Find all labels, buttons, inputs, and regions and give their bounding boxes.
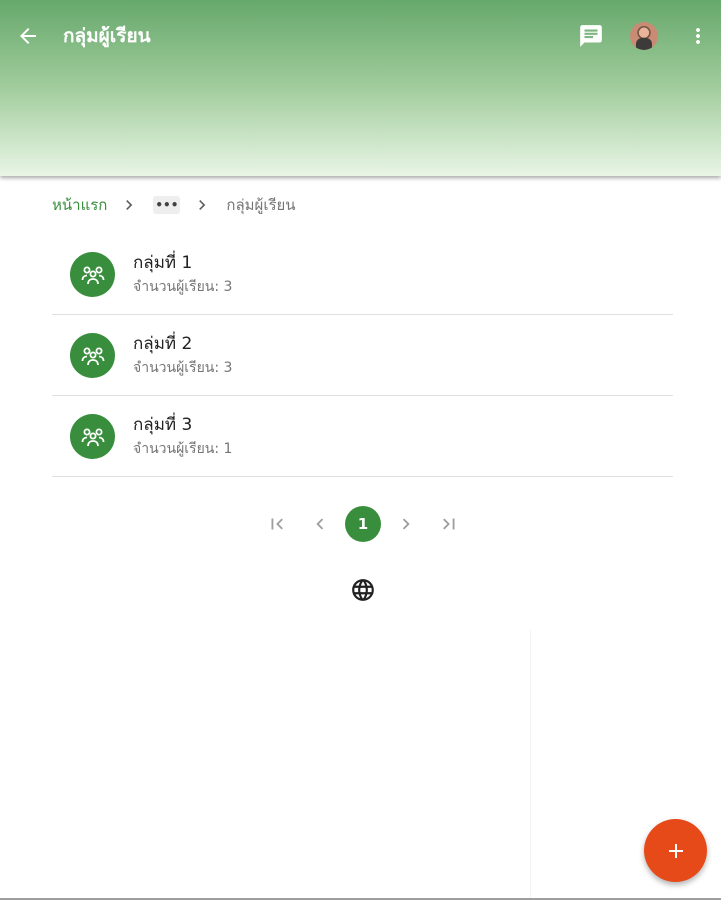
page-title: กลุ่มผู้เรียน <box>63 25 151 47</box>
globe-icon <box>351 578 374 601</box>
divider <box>530 630 531 898</box>
group-learner-count: จำนวนผู้เรียน: 3 <box>133 360 233 376</box>
group-people-icon <box>81 266 104 284</box>
chevron-right-icon <box>402 518 410 529</box>
chevron-right-icon <box>190 195 214 215</box>
last-page-icon <box>443 518 455 529</box>
group-list: กลุ่มที่ 1 จำนวนผู้เรียน: 3 กลุ่มที่ 2 จ… <box>52 234 673 477</box>
more-vert-icon <box>696 28 700 44</box>
group-learner-count: จำนวนผู้เรียน: 1 <box>133 441 233 457</box>
chevron-right-icon <box>117 195 141 215</box>
group-list-item[interactable]: กลุ่มที่ 3 จำนวนผู้เรียน: 1 <box>52 396 673 477</box>
pagination: 1 <box>259 505 474 542</box>
group-learner-count: จำนวนผู้เรียน: 3 <box>133 279 233 295</box>
group-people-icon <box>81 347 104 365</box>
group-avatar <box>70 333 115 378</box>
group-people-icon <box>81 428 104 446</box>
group-avatar <box>70 414 115 459</box>
chat-icon <box>580 25 602 47</box>
group-list-item[interactable]: กลุ่มที่ 1 จำนวนผู้เรียน: 3 <box>52 234 673 315</box>
chat-button[interactable] <box>576 20 606 52</box>
plus-icon <box>668 843 683 858</box>
app-bar: กลุ่มผู้เรียน <box>0 0 721 176</box>
arrow-back-icon <box>20 28 36 44</box>
language-button[interactable] <box>349 576 376 603</box>
next-page-button[interactable] <box>388 506 424 542</box>
last-page-button[interactable] <box>431 506 467 542</box>
first-page-button[interactable] <box>259 506 295 542</box>
previous-page-button[interactable] <box>302 506 338 542</box>
current-page-button[interactable]: 1 <box>345 505 381 542</box>
user-avatar[interactable] <box>630 22 658 50</box>
group-avatar <box>70 252 115 297</box>
breadcrumb-home-link[interactable]: หน้าแรก <box>52 193 107 217</box>
group-list-item[interactable]: กลุ่มที่ 2 จำนวนผู้เรียน: 3 <box>52 315 673 396</box>
group-title: กลุ่มที่ 3 <box>133 415 193 435</box>
first-page-icon <box>271 518 283 529</box>
more-options-button[interactable] <box>686 20 710 52</box>
add-group-button[interactable] <box>644 819 707 882</box>
chevron-left-icon <box>316 518 324 529</box>
back-button[interactable] <box>12 20 44 52</box>
breadcrumb-current: กลุ่มผู้เรียน <box>226 196 296 214</box>
breadcrumb: หน้าแรก ••• กลุ่มผู้เรียน <box>52 193 296 217</box>
avatar-figure <box>636 38 652 50</box>
group-title: กลุ่มที่ 1 <box>133 253 193 273</box>
breadcrumb-ellipsis-button[interactable]: ••• <box>153 196 181 214</box>
group-title: กลุ่มที่ 2 <box>133 334 193 354</box>
